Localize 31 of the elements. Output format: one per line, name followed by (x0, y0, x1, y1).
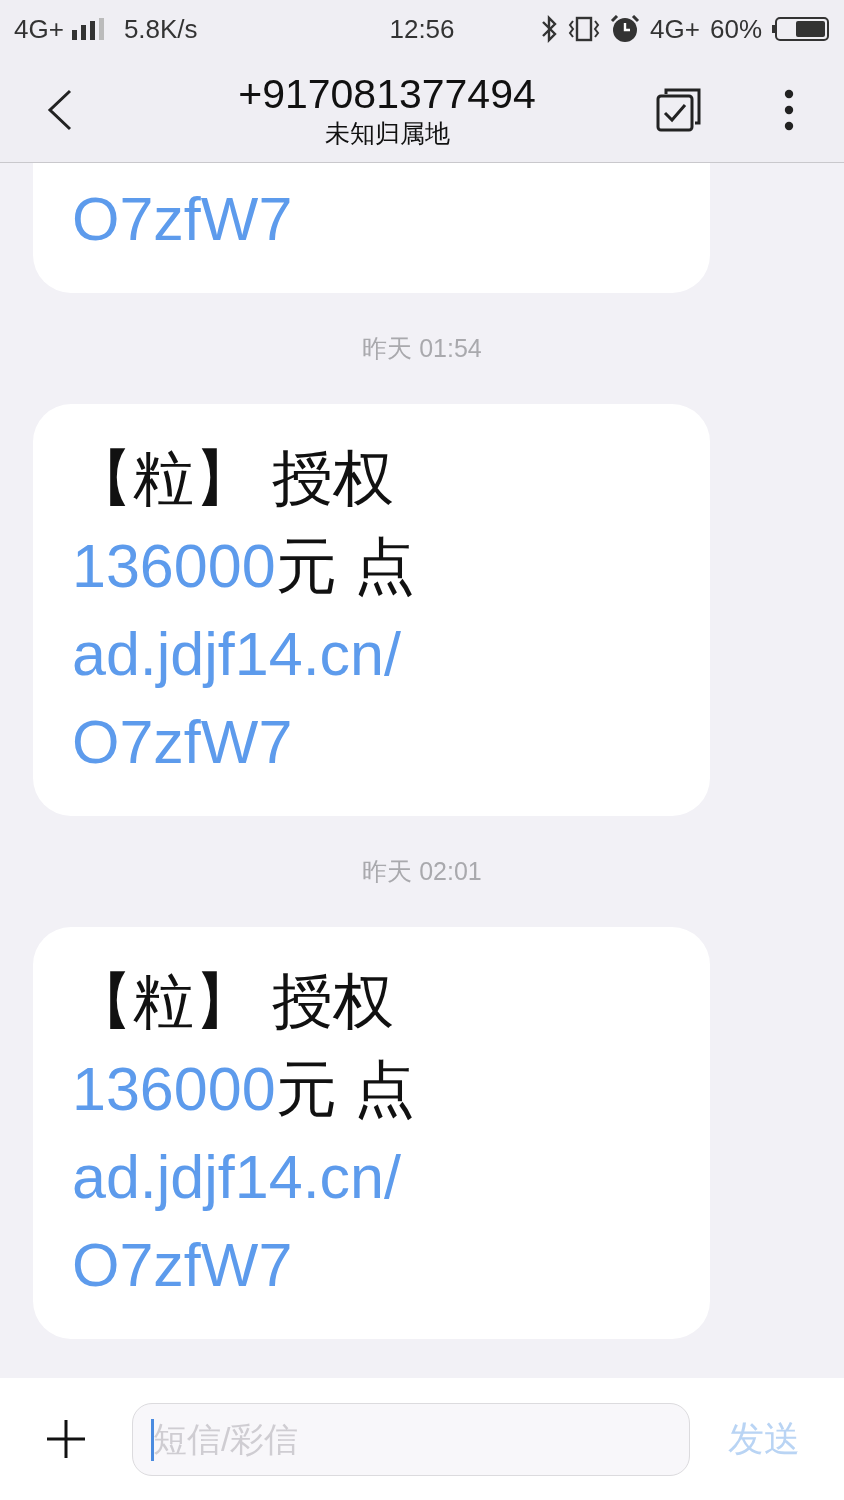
more-menu-icon[interactable] (784, 89, 794, 131)
signal-icon (71, 18, 104, 40)
battery-icon (772, 17, 830, 41)
message-link[interactable]: ad.jdjf14.cn/ (72, 620, 401, 688)
message-link[interactable]: ad.jdjf14.cn/ (72, 1143, 401, 1211)
network-type: 4G+ (14, 13, 64, 45)
battery-level: 60% (709, 13, 762, 45)
location-label: 未知归属地 (324, 118, 450, 149)
vibrate-icon (568, 15, 601, 43)
back-icon[interactable] (47, 89, 73, 131)
data-network-type: 4G+ (650, 13, 700, 45)
contact-number: +917081377494 (238, 71, 536, 117)
text-cursor (151, 1418, 154, 1461)
message-link[interactable]: O7zfW7 (72, 185, 293, 253)
send-button[interactable]: 发送 (728, 1414, 800, 1464)
message-text: 【粒】 授权 (72, 444, 394, 512)
message-link[interactable]: O7zfW7 (72, 1231, 293, 1299)
message-timestamp: 昨天 01:54 (362, 333, 482, 364)
message-link[interactable]: 136000 (72, 1055, 276, 1123)
network-speed: 5.8K/s (123, 13, 198, 45)
message-link[interactable]: 136000 (72, 532, 276, 600)
message-link[interactable]: O7zfW7 (72, 708, 293, 776)
message-text: 元 点 (275, 532, 415, 600)
message-text: 【粒】 授权 (72, 967, 394, 1035)
clock-time: 12:56 (389, 13, 455, 45)
message-timestamp: 昨天 02:01 (362, 856, 482, 887)
alarm-icon (610, 15, 641, 43)
bluetooth-icon (540, 14, 559, 44)
add-icon[interactable] (46, 1419, 86, 1459)
message-text: 元 点 (275, 1055, 415, 1123)
multi-select-icon[interactable] (656, 87, 702, 133)
